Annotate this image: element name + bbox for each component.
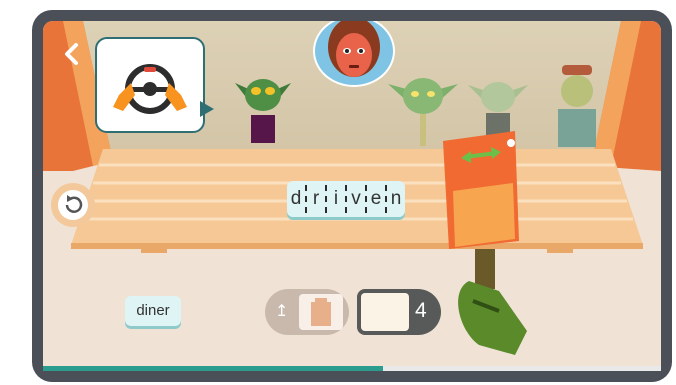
game-screen: d r i v e n diner ↥ 4 <box>43 21 661 371</box>
letter-tile[interactable]: n <box>387 181 405 217</box>
letter-tile[interactable]: e <box>367 181 385 217</box>
upload-arrow-icon: ↥ <box>275 303 289 320</box>
paper-bag-icon <box>311 298 331 326</box>
goblin-character <box>235 79 291 143</box>
clue-card-tail <box>200 101 214 117</box>
goblin-character <box>558 65 596 147</box>
clue-card <box>95 37 205 133</box>
paper-bag-slot <box>299 294 343 330</box>
undo-arrow-icon <box>65 195 83 213</box>
progress-bar <box>43 366 661 371</box>
bag-tray[interactable]: ↥ <box>265 289 349 335</box>
letter-tile[interactable]: d <box>287 181 305 217</box>
cleaver-tool[interactable] <box>429 131 549 371</box>
letter-tile[interactable]: i <box>327 181 345 217</box>
empty-answer-slot[interactable] <box>361 293 409 331</box>
word-option-button[interactable]: diner <box>125 296 181 326</box>
letter-tile[interactable]: v <box>347 181 365 217</box>
remaining-count: 4 <box>415 299 427 322</box>
letter-tile[interactable]: r <box>307 181 325 217</box>
word-tile[interactable]: d r i v e n <box>287 181 405 217</box>
chevron-left-icon <box>65 43 78 65</box>
progress-bar-fill <box>43 366 383 371</box>
back-button[interactable] <box>59 41 85 67</box>
reset-button[interactable] <box>51 183 95 227</box>
steering-wheel-icon <box>113 64 187 114</box>
